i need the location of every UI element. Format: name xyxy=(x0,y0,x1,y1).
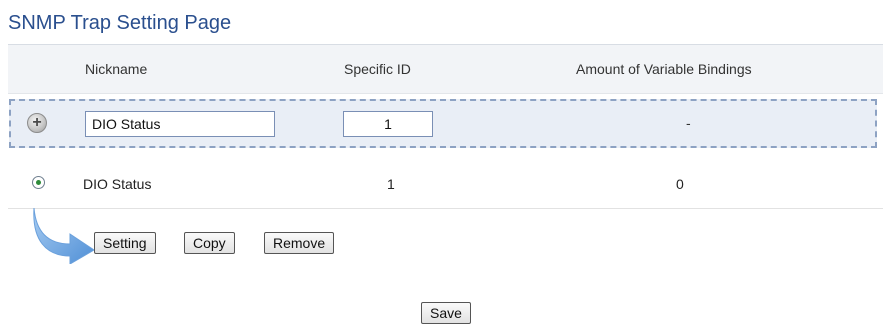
row-specific-id: 1 xyxy=(387,176,395,192)
row-divider xyxy=(8,208,883,209)
header-specific-id: Specific ID xyxy=(344,61,411,77)
table-row[interactable]: DIO Status 1 0 xyxy=(8,160,883,208)
row-bindings: 0 xyxy=(676,176,684,192)
save-button[interactable]: Save xyxy=(421,302,471,324)
row-radio-icon[interactable] xyxy=(32,176,45,189)
header-nickname: Nickname xyxy=(85,61,148,77)
bindings-placeholder: - xyxy=(686,115,691,131)
specific-id-input[interactable] xyxy=(343,111,433,137)
add-icon[interactable]: + xyxy=(27,113,47,133)
remove-button[interactable]: Remove xyxy=(264,232,335,254)
add-trap-row: + - xyxy=(9,99,877,148)
nickname-input[interactable] xyxy=(85,111,275,137)
row-nickname: DIO Status xyxy=(83,176,152,192)
page-title: SNMP Trap Setting Page xyxy=(8,12,232,34)
copy-button[interactable]: Copy xyxy=(184,232,235,254)
table-header: Nickname Specific ID Amount of Variable … xyxy=(8,45,883,94)
curved-arrow-icon xyxy=(33,207,95,264)
setting-button[interactable]: Setting xyxy=(94,232,156,254)
header-variable-bindings: Amount of Variable Bindings xyxy=(576,61,752,77)
